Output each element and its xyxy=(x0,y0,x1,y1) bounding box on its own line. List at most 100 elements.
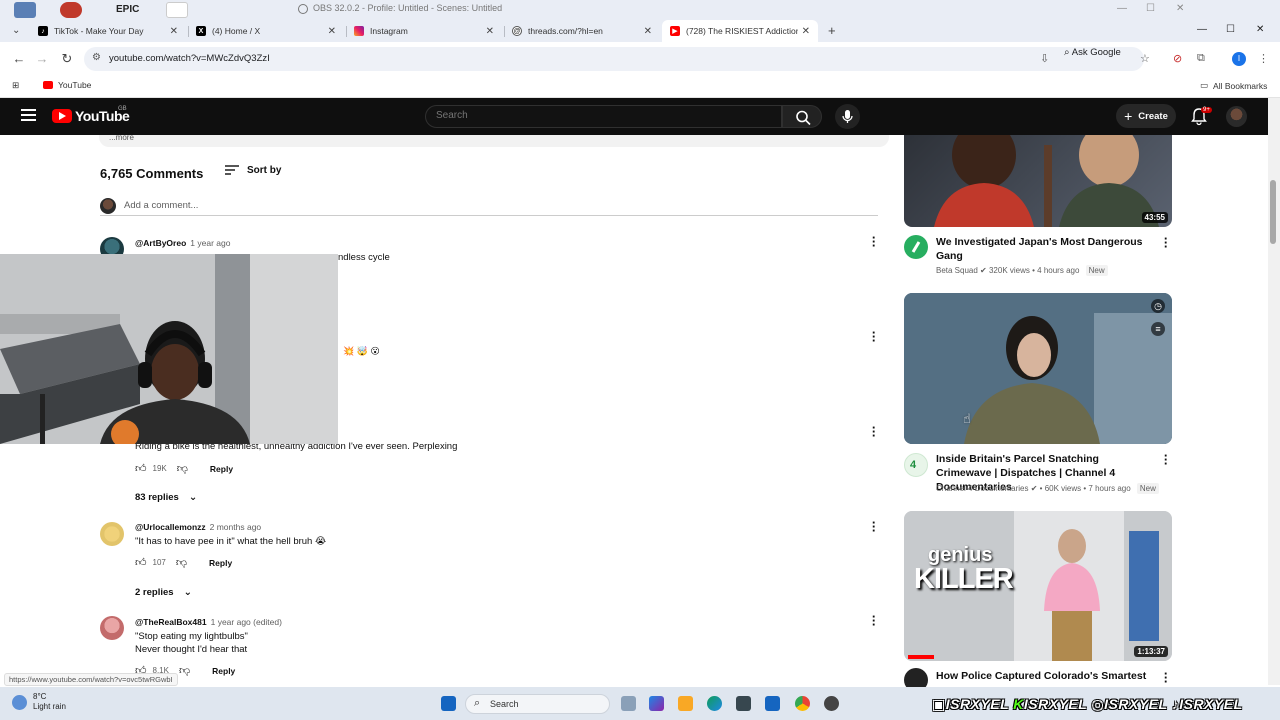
reply-button[interactable]: Reply xyxy=(209,558,232,568)
dislike-icon[interactable]: 👎︎ xyxy=(176,556,187,569)
weather-widget[interactable]: 8°C Light rain xyxy=(33,692,66,712)
comment-avatar[interactable] xyxy=(100,522,124,546)
search-input[interactable] xyxy=(436,110,736,121)
url-text[interactable]: youtube.com/watch?v=MWcZdvQ3ZzI xyxy=(109,53,270,64)
obs-maximize-icon[interactable]: ☐ xyxy=(1146,3,1155,14)
comment-time[interactable]: 1 year ago (edited) xyxy=(211,617,282,627)
ask-google-button[interactable]: ⌕ Ask Google xyxy=(1064,47,1121,58)
channel-avatar[interactable] xyxy=(904,235,928,259)
tab-tiktok[interactable]: ♪ TikTok - Make Your Day ✕ xyxy=(30,20,186,42)
tab-threads[interactable]: @ threads.com/?hl=en ✕ xyxy=(504,20,660,42)
browser-maximize-icon[interactable]: ☐ xyxy=(1226,24,1235,35)
obs-taskbar-icon[interactable] xyxy=(824,696,839,711)
description-box[interactable]: ...more xyxy=(99,133,889,147)
chrome-icon[interactable] xyxy=(795,696,810,711)
account-avatar[interactable] xyxy=(1226,106,1247,127)
description-more[interactable]: ...more xyxy=(109,133,134,142)
dislike-icon[interactable]: 👎︎ xyxy=(177,462,188,475)
copilot-icon[interactable] xyxy=(649,696,664,711)
tab-search-chevron-icon[interactable]: ⌄ xyxy=(12,25,20,36)
mail-icon[interactable] xyxy=(765,696,780,711)
comment-time[interactable]: 2 months ago xyxy=(210,522,262,532)
channel-avatar[interactable]: 4 xyxy=(904,453,928,477)
bookmark-youtube[interactable]: YouTube xyxy=(43,80,91,90)
edge-icon[interactable] xyxy=(707,696,722,711)
replies-toggle[interactable]: 83 replies ⌄ xyxy=(135,492,197,503)
reply-button[interactable]: Reply xyxy=(210,464,233,474)
file-explorer-icon[interactable] xyxy=(678,696,693,711)
desktop-app-icon[interactable] xyxy=(14,2,36,18)
scrollbar-thumb[interactable] xyxy=(1270,180,1276,244)
video-thumbnail[interactable]: genius KILLER 1:13:37 xyxy=(904,511,1172,661)
video-menu-icon[interactable]: · · · xyxy=(1161,449,1171,470)
desktop-file-icon[interactable] xyxy=(166,2,188,18)
start-icon[interactable] xyxy=(441,696,456,711)
tab-instagram[interactable]: Instagram ✕ xyxy=(346,20,502,42)
tab-close-icon[interactable]: ✕ xyxy=(802,26,810,37)
tab-close-icon[interactable]: ✕ xyxy=(486,26,494,37)
adblock-extension-icon[interactable]: ⊘ xyxy=(1173,52,1182,65)
forward-icon[interactable]: → xyxy=(34,51,50,66)
address-bar[interactable]: ⚙ youtube.com/watch?v=MWcZdvQ3ZzI xyxy=(84,47,1144,71)
site-info-icon[interactable]: ⚙ xyxy=(92,52,101,63)
video-title[interactable]: We Investigated Japan's Most Dangerous G… xyxy=(936,235,1156,263)
comment-time[interactable]: 1 year ago xyxy=(190,238,230,248)
tab-close-icon[interactable]: ✕ xyxy=(328,26,336,37)
obs-minimize-icon[interactable]: — xyxy=(1117,3,1127,14)
create-button[interactable]: + Create xyxy=(1116,104,1176,128)
install-app-icon[interactable]: ⇩ xyxy=(1040,52,1049,65)
browser-close-icon[interactable]: ✕ xyxy=(1256,24,1264,35)
store-icon[interactable] xyxy=(736,696,751,711)
sort-by-button[interactable]: Sort by xyxy=(225,164,281,176)
video-thumbnail[interactable]: 43:55 xyxy=(904,135,1172,227)
reply-button[interactable]: Reply xyxy=(212,666,235,676)
tab-close-icon[interactable]: ✕ xyxy=(170,26,178,37)
search-box[interactable] xyxy=(425,105,782,128)
channel-name[interactable]: Beta Squad xyxy=(936,266,978,275)
add-comment-field[interactable]: Add a comment... xyxy=(100,198,878,216)
menu-icon[interactable] xyxy=(21,109,36,122)
comment-menu-icon[interactable]: · · · xyxy=(869,610,879,631)
taskbar-search[interactable]: ⌕ Search xyxy=(465,694,610,714)
apps-grid-icon[interactable]: ⊞ xyxy=(12,80,19,91)
tab-x[interactable]: X (4) Home / X ✕ xyxy=(188,20,344,42)
like-icon[interactable]: 👍︎ xyxy=(135,556,147,569)
task-view-icon[interactable] xyxy=(621,696,636,711)
video-title[interactable]: How Police Captured Colorado's Smartest xyxy=(936,669,1156,683)
search-button[interactable] xyxy=(782,105,822,128)
voice-search-button[interactable] xyxy=(835,104,860,129)
desktop-app-icon[interactable] xyxy=(60,2,82,18)
like-icon[interactable]: 👍︎ xyxy=(135,462,147,475)
dislike-icon[interactable]: 👎︎ xyxy=(179,664,190,677)
all-bookmarks[interactable]: ▭ All Bookmarks xyxy=(1200,80,1267,91)
obs-close-icon[interactable]: ✕ xyxy=(1176,3,1184,14)
watch-later-icon[interactable]: ◷ xyxy=(1151,299,1165,313)
video-menu-icon[interactable]: · · · xyxy=(1161,667,1171,688)
comment-menu-icon[interactable]: · · · xyxy=(869,326,879,347)
reload-icon[interactable]: ↻ xyxy=(59,51,75,67)
browser-menu-icon[interactable]: ⋮ xyxy=(1258,52,1269,65)
video-thumbnail[interactable]: ◷ ≡ xyxy=(904,293,1172,444)
comment-avatar[interactable] xyxy=(100,616,124,640)
comment-menu-icon[interactable]: · · · xyxy=(869,421,879,442)
tab-close-icon[interactable]: ✕ xyxy=(644,26,652,37)
channel-name[interactable]: Channel 4 Documentaries xyxy=(936,484,1029,493)
comment-author[interactable]: @Urlocallemonzz 2 months ago xyxy=(135,522,261,532)
comment-menu-icon[interactable]: · · · xyxy=(869,516,879,537)
comment-author[interactable]: @TheRealBox481 1 year ago (edited) xyxy=(135,617,282,627)
back-icon[interactable]: ← xyxy=(11,51,27,66)
profile-avatar[interactable]: I xyxy=(1232,52,1246,66)
comment-menu-icon[interactable]: · · · xyxy=(869,231,879,252)
extensions-icon[interactable]: ⧉ xyxy=(1197,52,1205,65)
bookmark-star-icon[interactable]: ☆ xyxy=(1140,52,1150,65)
weather-icon[interactable] xyxy=(12,695,27,710)
new-tab-icon[interactable]: + xyxy=(828,23,836,38)
add-to-queue-icon[interactable]: ≡ xyxy=(1151,322,1165,336)
comment-author[interactable]: @ArtByOreo 1 year ago xyxy=(135,238,230,248)
tab-youtube-active[interactable]: ▶ (728) The RISKIEST Addictions | ✕ xyxy=(662,20,818,42)
youtube-logo[interactable]: YouTube GB xyxy=(52,106,130,124)
epic-games-icon[interactable]: EPIC xyxy=(116,4,139,15)
replies-toggle[interactable]: 2 replies ⌄ xyxy=(135,587,192,598)
browser-minimize-icon[interactable]: — xyxy=(1197,24,1207,35)
video-menu-icon[interactable]: · · · xyxy=(1161,232,1171,253)
